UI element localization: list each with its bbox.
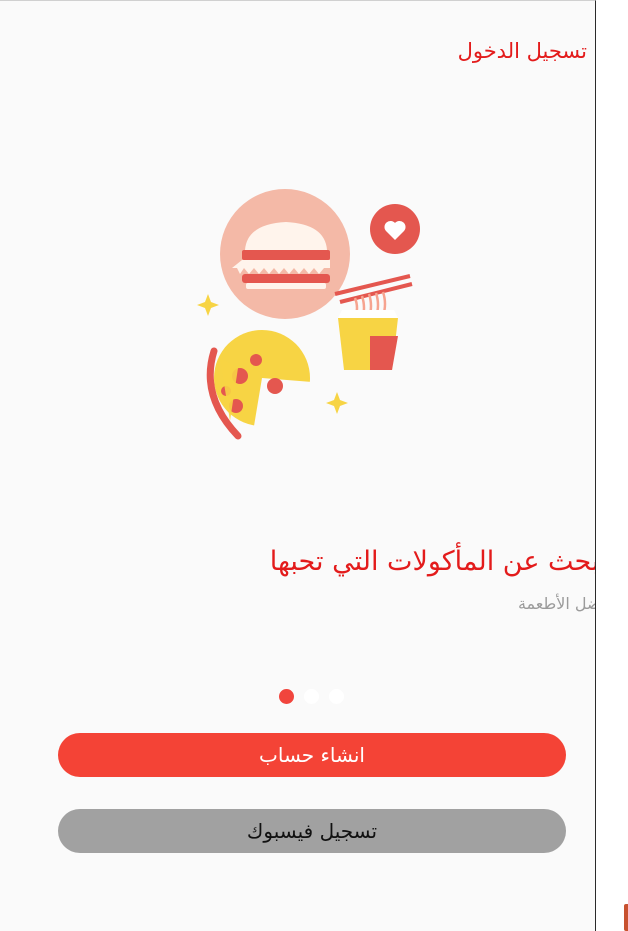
burger-icon (220, 189, 350, 319)
onboarding-screen: تسجيل الدخول ابحث عن المأكولات التي تحبه… (0, 0, 596, 931)
create-account-button[interactable]: انشاء حساب (58, 733, 566, 777)
window-edge-marker (624, 904, 628, 931)
noodle-box-icon (334, 274, 413, 370)
onboarding-headline: ابحث عن المأكولات التي تحبها (269, 546, 596, 577)
facebook-login-button[interactable]: تسجيل فيسبوك (58, 809, 566, 853)
page-dot[interactable] (329, 689, 344, 704)
page-dot-active[interactable] (279, 689, 294, 704)
heart-icon (370, 204, 420, 254)
onboarding-subline: افضل الأطعمة (517, 594, 595, 613)
food-illustration (197, 189, 420, 440)
login-link[interactable]: تسجيل الدخول (458, 39, 587, 63)
pizza-icon (206, 330, 312, 440)
page-indicator (279, 689, 344, 704)
page-dot[interactable] (304, 689, 319, 704)
